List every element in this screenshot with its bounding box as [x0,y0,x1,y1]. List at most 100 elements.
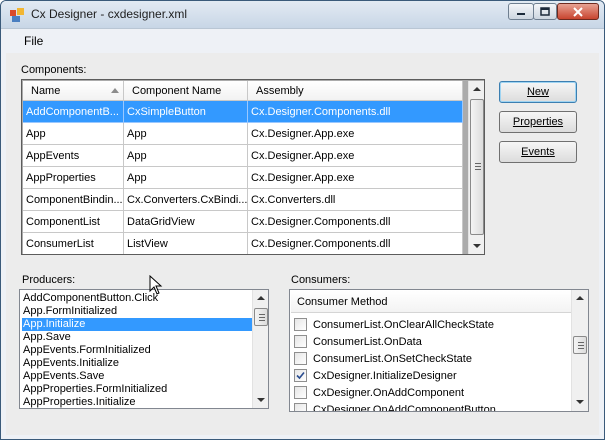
scroll-up-icon[interactable] [257,296,265,300]
grid-header: Name Component Name Assembly [23,81,463,101]
list-item[interactable]: ConsumerList.OnClearAllCheckState [294,316,564,333]
column-header-component-name[interactable]: Component Name [124,81,248,101]
cell-component: ListView [124,233,248,254]
minimize-button[interactable] [508,3,534,20]
list-item[interactable]: App.Initialize [22,318,252,331]
list-item[interactable]: App.FormInitialized [22,305,252,318]
cell-component: DataGridView [124,211,248,233]
cell-name: AddComponentB... [23,101,124,123]
producers-list[interactable]: AddComponentButton.Click App.FormInitial… [19,289,269,409]
column-header-label: Assembly [256,85,304,97]
cell-component: CxSimpleButton [124,101,248,123]
close-icon [573,6,583,17]
checkbox[interactable] [294,318,307,331]
list-item[interactable]: App.Save [22,331,252,344]
main-window: Cx Designer - cxdesigner.xml File Compon… [0,0,605,440]
cell-assembly: Cx.Designer.App.exe [248,123,463,145]
cell-name: ComponentList [23,211,124,233]
scroll-thumb[interactable] [470,99,484,235]
checkbox-checked[interactable] [294,369,307,382]
grid-scrollbar[interactable] [468,81,484,254]
cell-component: App [124,123,248,145]
maximize-button[interactable] [533,3,557,20]
scroll-down-icon[interactable] [576,400,584,404]
cell-name: ComponentBindin... [23,189,124,211]
column-header-label: Component Name [132,85,222,97]
new-button[interactable]: New [499,81,577,103]
menu-file[interactable]: File [24,34,43,48]
table-row[interactable]: ConsumerList ListView Cx.Designer.Compon… [23,233,463,254]
sort-ascending-icon [111,88,119,93]
scroll-up-icon[interactable] [576,296,584,300]
checkbox[interactable] [294,403,307,411]
cell-component: Cx.Converters.CxBindi... [124,189,248,211]
column-header-label: Name [31,85,61,97]
cell-assembly: Cx.Designer.App.exe [248,167,463,189]
list-item[interactable]: AddComponentButton.Click [22,292,252,305]
scroll-down-icon[interactable] [257,398,265,402]
list-item-label: ConsumerList.OnSetCheckState [313,352,472,365]
table-row[interactable]: AddComponentB... CxSimpleButton Cx.Desig… [23,101,463,123]
checkbox[interactable] [294,386,307,399]
consumers-list[interactable]: Consumer Method ConsumerList.OnClearAllC… [289,289,589,412]
components-grid[interactable]: Name Component Name Assembly AddComponen… [21,79,485,255]
cell-assembly: Cx.Designer.App.exe [248,145,463,167]
cell-name: AppProperties [23,167,124,189]
table-row[interactable]: App App Cx.Designer.App.exe [23,123,463,145]
table-row[interactable]: AppEvents App Cx.Designer.App.exe [23,145,463,167]
menu-bar: File [2,30,603,52]
list-item-label: ConsumerList.OnData [313,335,422,348]
cell-name: AppEvents [23,145,124,167]
close-button[interactable] [557,3,599,20]
checkbox[interactable] [294,352,307,365]
cell-component: App [124,167,248,189]
scroll-thumb[interactable] [573,336,587,354]
table-row[interactable]: ComponentList DataGridView Cx.Designer.C… [23,211,463,233]
cell-name: App [23,123,124,145]
list-item[interactable]: CxDesigner.OnAddComponent [294,384,564,401]
scroll-up-icon[interactable] [473,87,481,91]
list-item-label: CxDesigner.InitializeDesigner [313,369,457,382]
consumers-scrollbar[interactable] [571,290,588,411]
list-item[interactable]: AppProperties.Initialize [22,396,252,408]
list-item[interactable]: AppProperties.FormInitialized [22,383,252,396]
minimize-icon [517,12,525,15]
properties-button[interactable]: Properties [499,111,577,133]
scroll-down-icon[interactable] [473,244,481,248]
checkbox[interactable] [294,335,307,348]
events-button[interactable]: Events [499,141,577,163]
cell-assembly: Cx.Designer.Components.dll [248,101,463,123]
scroll-thumb[interactable] [254,308,268,326]
cell-component: App [124,145,248,167]
list-item[interactable]: CxDesigner.OnAddComponentButton [294,401,564,412]
column-header-label: Consumer Method [297,296,388,308]
events-button-label: Events [521,146,555,158]
app-icon [10,8,24,22]
maximize-icon [540,7,550,16]
list-item-label: CxDesigner.OnAddComponentButton [313,403,496,412]
list-item[interactable]: ConsumerList.OnData [294,333,564,350]
consumers-label: Consumers: [291,274,351,286]
cell-assembly: Cx.Designer.Components.dll [248,233,463,254]
table-row[interactable]: AppProperties App Cx.Designer.App.exe [23,167,463,189]
mouse-pointer-icon [149,275,163,295]
list-item[interactable]: AppEvents.Save [22,370,252,383]
cell-assembly: Cx.Designer.Components.dll [248,211,463,233]
window-title: Cx Designer - cxdesigner.xml [31,7,188,21]
components-label: Components: [21,64,87,76]
list-item-label: ConsumerList.OnClearAllCheckState [313,318,494,331]
list-item[interactable]: CxDesigner.InitializeDesigner [294,367,564,384]
producers-label: Producers: [22,274,76,286]
new-button-label: New [526,86,549,98]
list-item[interactable]: AppEvents.Initialize [22,357,252,370]
column-header-consumer-method[interactable]: Consumer Method [291,291,572,313]
title-bar[interactable]: Cx Designer - cxdesigner.xml [1,1,604,29]
properties-button-label: Properties [512,116,564,128]
column-header-assembly[interactable]: Assembly [248,81,463,101]
list-item[interactable]: ConsumerList.OnSetCheckState [294,350,564,367]
list-item[interactable]: AppEvents.FormInitialized [22,344,252,357]
column-header-name[interactable]: Name [23,81,124,101]
table-row[interactable]: ComponentBindin... Cx.Converters.CxBindi… [23,189,463,211]
checkmark-icon [296,371,305,380]
producers-scrollbar[interactable] [252,290,268,408]
